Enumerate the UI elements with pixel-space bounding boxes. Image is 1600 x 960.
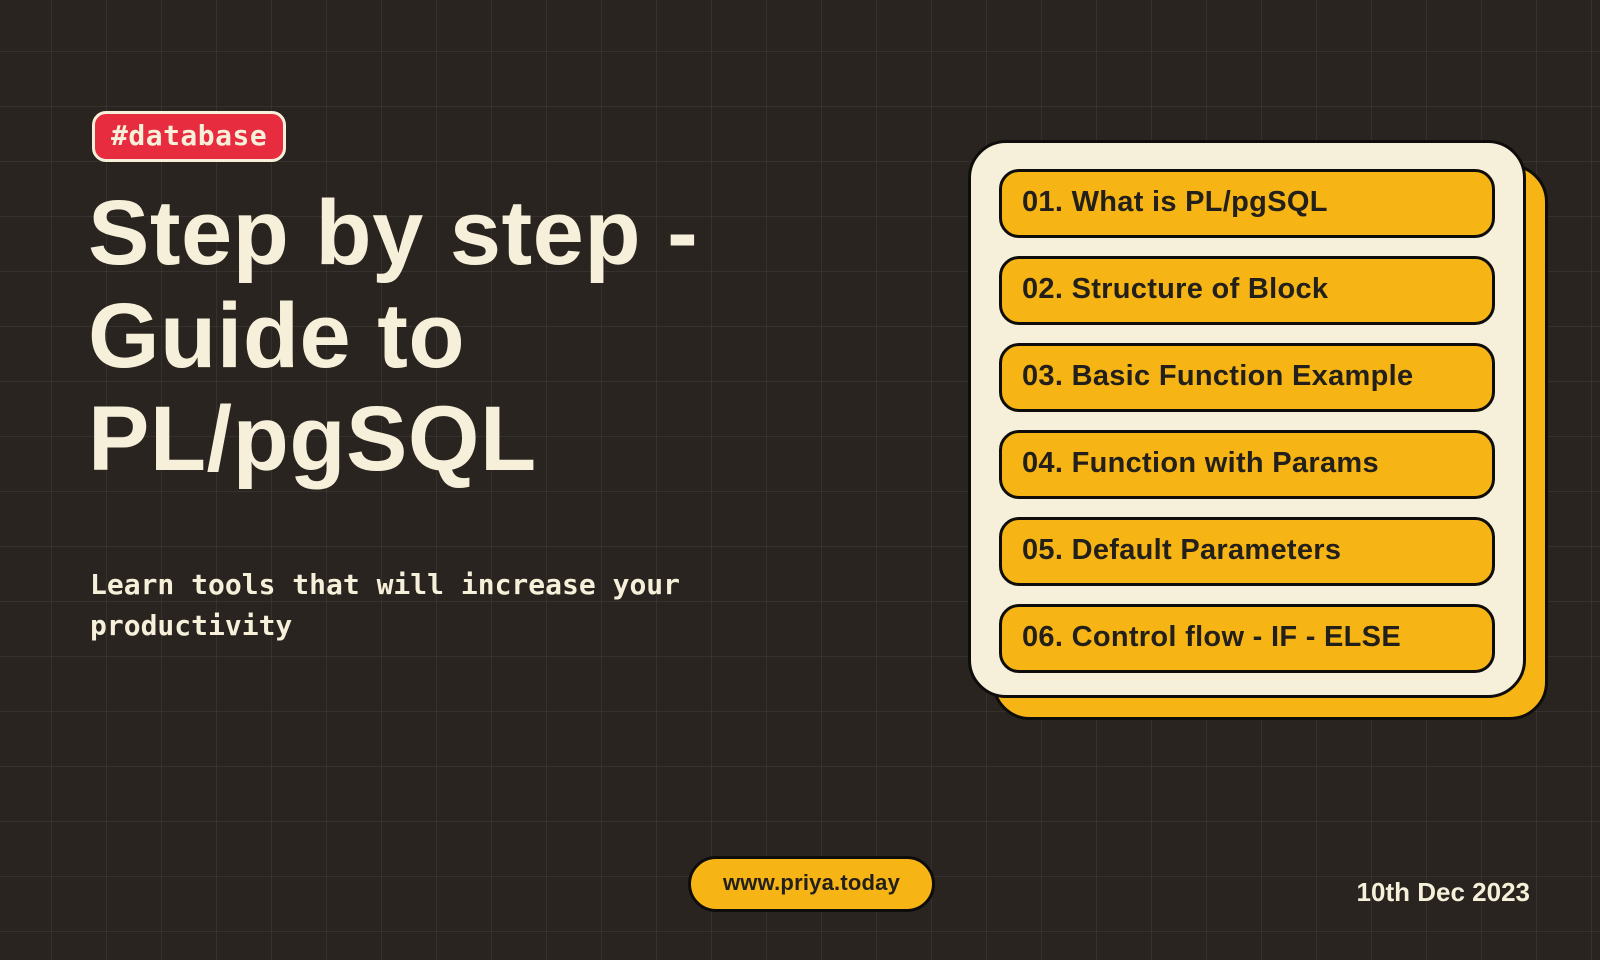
toc-item-label: Structure of Block [1072, 273, 1329, 305]
toc-item: 01. What is PL/pgSQL [999, 169, 1495, 238]
toc-item-number: 02. [1022, 273, 1063, 305]
toc-item-number: 03. [1022, 360, 1063, 392]
toc-card-body: 01. What is PL/pgSQL 02. Structure of Bl… [968, 140, 1526, 698]
toc-item-label: Function with Params [1072, 447, 1379, 479]
toc-item-number: 01. [1022, 186, 1063, 218]
toc-item: 04. Function with Params [999, 430, 1495, 499]
toc-item-label: Control flow - IF - ELSE [1072, 621, 1401, 653]
toc-item-number: 05. [1022, 534, 1063, 566]
toc-card: 01. What is PL/pgSQL 02. Structure of Bl… [968, 140, 1538, 710]
page-title: Step by step - Guide to PL/pgSQL [88, 182, 848, 491]
toc-item-label: Default Parameters [1072, 534, 1342, 566]
subtitle: Learn tools that will increase your prod… [90, 565, 790, 646]
toc-item: 06. Control flow - IF - ELSE [999, 604, 1495, 673]
toc-item-number: 04. [1022, 447, 1063, 479]
toc-item: 02. Structure of Block [999, 256, 1495, 325]
tag-pill: #database [92, 111, 286, 162]
date-label: 10th Dec 2023 [1357, 877, 1530, 908]
toc-item-label: Basic Function Example [1072, 360, 1414, 392]
toc-item: 05. Default Parameters [999, 517, 1495, 586]
site-pill[interactable]: www.priya.today [688, 856, 935, 912]
toc-item-number: 06. [1022, 621, 1063, 653]
toc-item: 03. Basic Function Example [999, 343, 1495, 412]
toc-item-label: What is PL/pgSQL [1072, 186, 1328, 218]
